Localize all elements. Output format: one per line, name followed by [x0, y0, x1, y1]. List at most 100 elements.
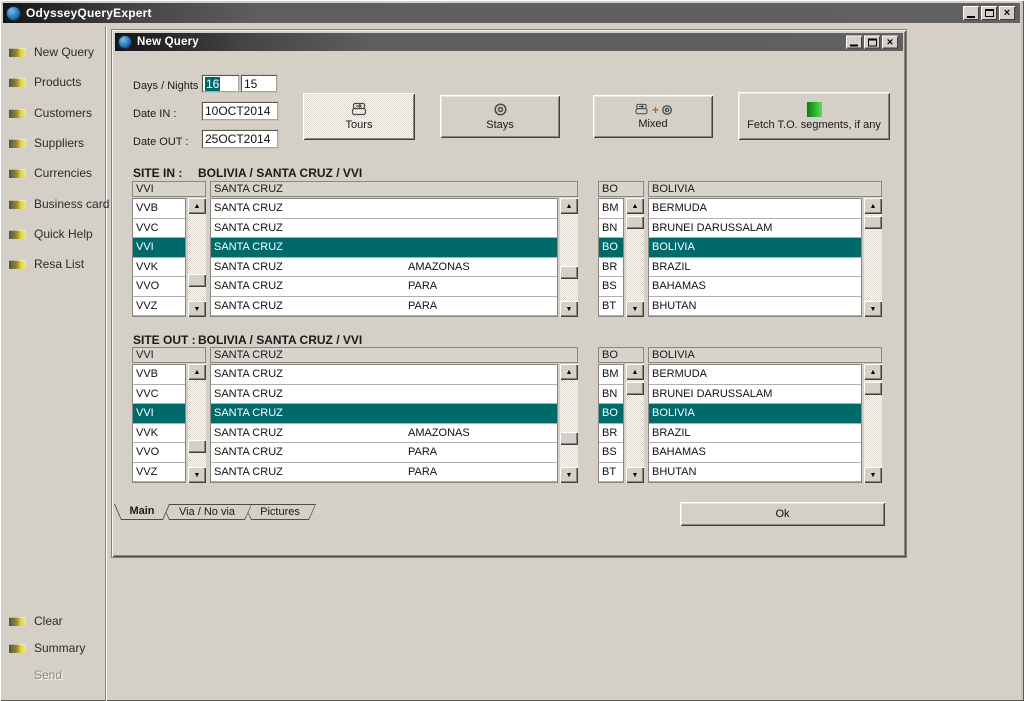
scrollbar[interactable]: ▲ ▼ — [864, 364, 882, 483]
scrollbar-track[interactable] — [188, 214, 206, 301]
list-item[interactable]: SANTA CRUZAMAZONAS — [211, 424, 557, 444]
sidebar-item-quick-help[interactable]: Quick Help — [9, 227, 93, 241]
maximize-button[interactable] — [864, 36, 880, 49]
scrollbar-thumb[interactable] — [188, 440, 206, 453]
list-item[interactable]: BS — [599, 277, 623, 297]
list-item[interactable]: BM — [599, 199, 623, 219]
list-item[interactable]: BR — [599, 258, 623, 278]
list-item[interactable]: VVK — [133, 258, 185, 278]
list-item[interactable]: BN — [599, 385, 623, 405]
list-item[interactable]: BRUNEI DARUSSALAM — [649, 385, 861, 405]
scrollbar-thumb[interactable] — [560, 266, 578, 279]
scrollbar[interactable]: ▲ ▼ — [626, 364, 644, 483]
list-item[interactable]: VVB — [133, 199, 185, 219]
sidebar-item-business-card[interactable]: Business card — [9, 197, 109, 211]
scroll-down-button[interactable]: ▼ — [560, 467, 578, 483]
scroll-up-button[interactable]: ▲ — [188, 364, 206, 380]
list-item[interactable]: SANTA CRUZPARA — [211, 277, 557, 297]
list-item[interactable]: SANTA CRUZ — [211, 199, 557, 219]
scrollbar-thumb[interactable] — [188, 274, 206, 287]
sidebar-item-customers[interactable]: Customers — [9, 106, 92, 120]
sidebar-item-products[interactable]: Products — [9, 75, 81, 89]
scroll-down-button[interactable]: ▼ — [626, 301, 644, 317]
list-item-selected[interactable]: SANTA CRUZ — [211, 238, 557, 258]
list-item[interactable]: VVO — [133, 443, 185, 463]
scroll-down-button[interactable]: ▼ — [864, 467, 882, 483]
maximize-button[interactable] — [981, 6, 997, 20]
sidebar-item-resa-list[interactable]: Resa List — [9, 257, 84, 271]
scrollbar[interactable]: ▲ ▼ — [560, 198, 578, 317]
scrollbar-track[interactable] — [626, 380, 644, 467]
scroll-up-button[interactable]: ▲ — [560, 364, 578, 380]
ok-button[interactable]: Ok — [680, 502, 885, 526]
scroll-up-button[interactable]: ▲ — [626, 364, 644, 380]
date-out-input[interactable]: 25OCT2014 — [202, 130, 278, 148]
list-item[interactable]: BAHAMAS — [649, 443, 861, 463]
scrollbar-track[interactable] — [188, 380, 206, 467]
scrollbar[interactable]: ▲ ▼ — [560, 364, 578, 483]
list-item-selected[interactable]: BO — [599, 238, 623, 258]
query-window-titlebar[interactable]: New Query × — [115, 33, 903, 51]
list-item-selected[interactable]: VVI — [133, 238, 185, 258]
list-item[interactable]: BT — [599, 463, 623, 483]
days-input[interactable]: 16 — [202, 75, 239, 92]
tab-via-no-via[interactable]: Via / No via — [162, 504, 252, 520]
list-item[interactable]: VVB — [133, 365, 185, 385]
list-item[interactable]: BRAZIL — [649, 258, 861, 278]
scrollbar-thumb[interactable] — [864, 216, 882, 229]
list-item[interactable]: BRAZIL — [649, 424, 861, 444]
list-item[interactable]: SANTA CRUZAMAZONAS — [211, 258, 557, 278]
scrollbar-track[interactable] — [864, 214, 882, 301]
scrollbar-track[interactable] — [626, 214, 644, 301]
tab-main[interactable]: Main — [114, 504, 170, 520]
list-item[interactable]: VVK — [133, 424, 185, 444]
list-item[interactable]: VVO — [133, 277, 185, 297]
minimize-button[interactable] — [846, 36, 862, 49]
list-item[interactable]: VVZ — [133, 297, 185, 317]
sidebar-item-summary[interactable]: Summary — [9, 641, 85, 655]
list-item[interactable]: BT — [599, 297, 623, 317]
close-button[interactable]: × — [882, 36, 898, 49]
scrollbar-track[interactable] — [560, 380, 578, 467]
list-item[interactable]: BHUTAN — [649, 297, 861, 317]
minimize-button[interactable] — [963, 6, 979, 20]
list-item[interactable]: BRUNEI DARUSSALAM — [649, 219, 861, 239]
sidebar-item-clear[interactable]: Clear — [9, 614, 63, 628]
list-item[interactable]: BN — [599, 219, 623, 239]
scroll-down-button[interactable]: ▼ — [560, 301, 578, 317]
tours-button[interactable]: Tours — [303, 93, 415, 140]
scroll-down-button[interactable]: ▼ — [188, 301, 206, 317]
nights-input[interactable]: 15 — [241, 75, 277, 92]
scroll-up-button[interactable]: ▲ — [864, 198, 882, 214]
list-item[interactable]: VVC — [133, 385, 185, 405]
scrollbar[interactable]: ▲ ▼ — [626, 198, 644, 317]
list-item[interactable]: SANTA CRUZPARA — [211, 443, 557, 463]
list-item[interactable]: BERMUDA — [649, 199, 861, 219]
list-item[interactable]: BERMUDA — [649, 365, 861, 385]
app-titlebar[interactable]: OdysseyQueryExpert × — [3, 3, 1020, 23]
scrollbar-track[interactable] — [560, 214, 578, 301]
list-item-selected[interactable]: SANTA CRUZ — [211, 404, 557, 424]
tab-pictures[interactable]: Pictures — [244, 504, 316, 520]
scroll-up-button[interactable]: ▲ — [626, 198, 644, 214]
list-item-selected[interactable]: BOLIVIA — [649, 238, 861, 258]
list-item[interactable]: BM — [599, 365, 623, 385]
list-item[interactable]: SANTA CRUZ — [211, 219, 557, 239]
list-item-selected[interactable]: VVI — [133, 404, 185, 424]
fetch-to-segments-button[interactable]: Fetch T.O. segments, if any — [738, 92, 890, 140]
sidebar-item-new-query[interactable]: New Query — [9, 45, 94, 59]
list-item[interactable]: BS — [599, 443, 623, 463]
mixed-button[interactable]: + Mixed — [593, 95, 713, 138]
scrollbar-thumb[interactable] — [626, 216, 644, 229]
sidebar-item-currencies[interactable]: Currencies — [9, 166, 92, 180]
scrollbar-thumb[interactable] — [560, 432, 578, 445]
list-item[interactable]: SANTA CRUZPARA — [211, 463, 557, 483]
list-item[interactable]: VVZ — [133, 463, 185, 483]
scrollbar[interactable]: ▲ ▼ — [864, 198, 882, 317]
date-in-input[interactable]: 10OCT2014 — [202, 102, 278, 120]
scroll-down-button[interactable]: ▼ — [188, 467, 206, 483]
list-item[interactable]: SANTA CRUZ — [211, 365, 557, 385]
list-item[interactable]: BHUTAN — [649, 463, 861, 483]
scrollbar-track[interactable] — [864, 380, 882, 467]
list-item[interactable]: BR — [599, 424, 623, 444]
